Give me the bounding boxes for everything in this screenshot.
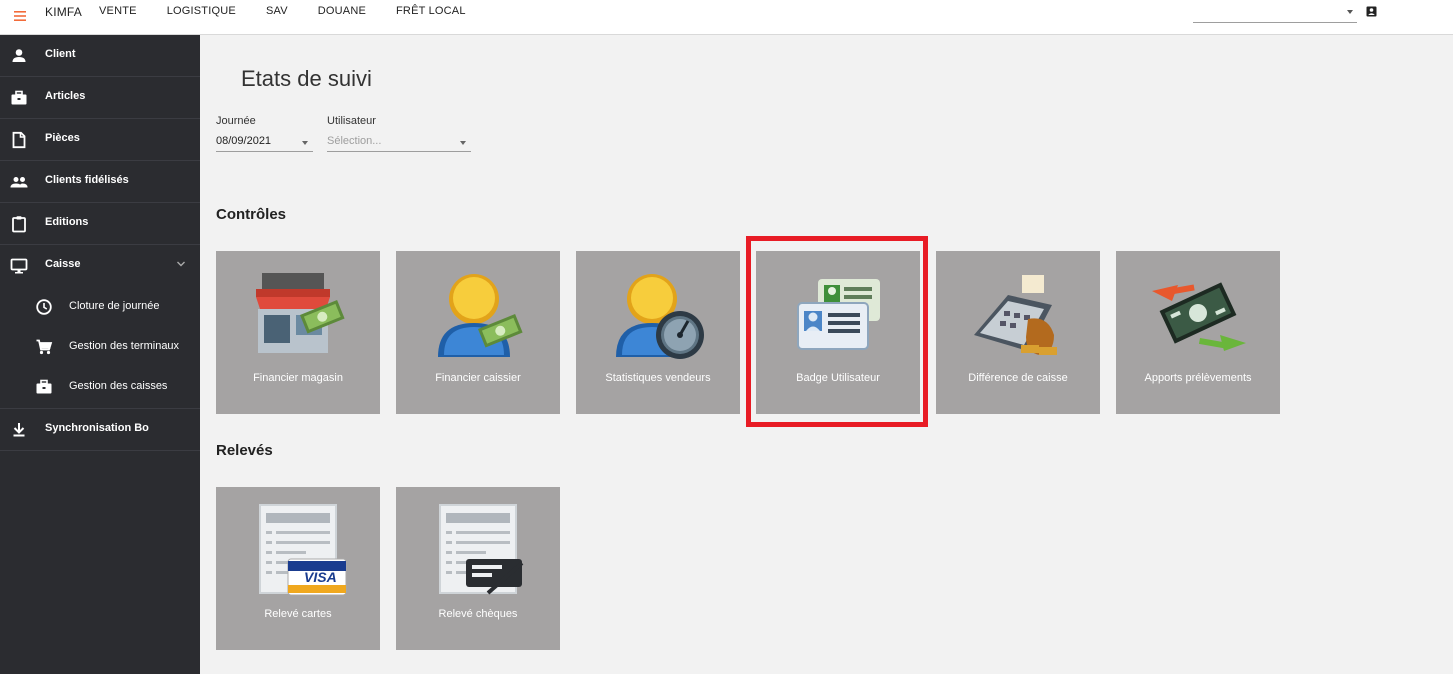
store-money-icon — [256, 273, 345, 353]
journee-label: Journée — [216, 115, 256, 127]
section-title-releves: Relevés — [216, 442, 273, 459]
tile-label: Statistiques vendeurs — [605, 372, 711, 384]
sidebar-subitem-gestion-des-caisses[interactable]: Gestion des caisses — [0, 367, 200, 409]
nav-vente[interactable]: VENTE — [99, 5, 137, 17]
sidebar-item-articles[interactable]: Articles — [0, 77, 200, 119]
tile-label: Différence de caisse — [968, 372, 1068, 384]
tile-label: Financier magasin — [253, 372, 343, 384]
page-title: Etats de suivi — [241, 66, 372, 91]
main-nav: VENTE LOGISTIQUE SAV DOUANE FRÊT LOCAL — [99, 5, 496, 17]
download-icon — [13, 423, 25, 437]
sidebar-item-label: Synchronisation Bo — [45, 422, 149, 434]
app-brand[interactable]: KIMFA — [45, 5, 82, 19]
sidebar-subitem-label: Gestion des caisses — [69, 380, 168, 392]
sidebar-subitem-cloture-de-journee[interactable]: Cloture de journée — [0, 287, 200, 327]
tile-difference-de-caisse[interactable]: Différence de caisse — [936, 251, 1100, 414]
document-icon — [12, 131, 26, 149]
cheque-statement-icon — [439, 504, 524, 595]
utilisateur-label: Utilisateur — [327, 115, 376, 127]
chevron-down-icon — [1347, 10, 1353, 14]
tile-financier-magasin[interactable]: Financier magasin — [216, 251, 380, 414]
clock-icon — [36, 299, 52, 315]
sidebar-subitem-label: Cloture de journée — [69, 300, 160, 312]
journee-select[interactable]: 08/09/2021 — [216, 132, 313, 152]
tile-statistiques-vendeurs[interactable]: Statistiques vendeurs — [576, 251, 740, 414]
chevron-down-icon[interactable] — [176, 259, 186, 269]
nav-douane[interactable]: DOUANE — [318, 5, 366, 17]
sidebar-item-label: Caisse — [45, 258, 81, 270]
nav-sav[interactable]: SAV — [266, 5, 288, 17]
sidebar-item-clients-fidelises[interactable]: Clients fidélisés — [0, 161, 200, 203]
tile-badge-utilisateur[interactable]: Badge Utilisateur — [756, 251, 920, 414]
people-icon — [10, 177, 28, 188]
cash-register-icon — [974, 275, 1057, 355]
top-select-dropdown[interactable] — [1193, 4, 1357, 23]
cart-icon — [36, 339, 53, 355]
sidebar-item-label: Clients fidélisés — [45, 174, 129, 186]
tile-label: Badge Utilisateur — [796, 372, 880, 384]
sidebar-item-label: Pièces — [45, 132, 80, 144]
sidebar-item-label: Articles — [45, 90, 86, 102]
person-icon — [12, 49, 26, 62]
chevron-down-icon — [460, 141, 466, 145]
utilisateur-select[interactable]: Sélection... — [327, 132, 471, 152]
tile-label: Relevé cartes — [264, 608, 332, 620]
tile-releve-cheques[interactable]: Relevé chèques — [396, 487, 560, 650]
section-title-controles: Contrôles — [216, 206, 287, 223]
journee-value: 08/09/2021 — [216, 135, 272, 147]
sidebar-item-label: Client — [45, 48, 76, 60]
sidebar-subitem-gestion-des-terminaux[interactable]: Gestion des terminaux — [0, 327, 200, 367]
hamburger-menu-icon[interactable] — [10, 6, 30, 26]
cashier-money-icon — [438, 274, 523, 357]
sidebar-item-client[interactable]: Client — [0, 35, 200, 77]
tile-label: Apports prélèvements — [1144, 372, 1252, 384]
top-bar: KIMFA VENTE LOGISTIQUE SAV DOUANE FRÊT L… — [0, 0, 1453, 35]
visa-card-text: VISA — [304, 569, 337, 585]
tile-financier-caissier[interactable]: Financier caissier — [396, 251, 560, 414]
clipboard-icon — [12, 216, 26, 233]
id-badge-icon — [797, 279, 880, 350]
tile-releve-cartes[interactable]: VISA Relevé cartes — [216, 487, 380, 650]
sidebar-item-editions[interactable]: Editions — [0, 203, 200, 245]
briefcase-icon — [11, 90, 27, 105]
sidebar-item-synchronisation-bo[interactable]: Synchronisation Bo — [0, 409, 200, 451]
tile-label: Relevé chèques — [438, 608, 518, 620]
account-box-icon[interactable] — [1366, 6, 1377, 17]
sidebar-item-caisse[interactable]: Caisse — [0, 245, 200, 287]
nav-logistique[interactable]: LOGISTIQUE — [167, 5, 236, 17]
sidebar-subitem-label: Gestion des terminaux — [69, 340, 180, 352]
nav-fret-local[interactable]: FRÊT LOCAL — [396, 5, 466, 17]
tile-apports-prelevements[interactable]: Apports prélèvements — [1116, 251, 1280, 414]
money-exchange-icon — [1152, 282, 1246, 351]
sidebar-item-pieces[interactable]: Pièces — [0, 119, 200, 161]
utilisateur-placeholder: Sélection... — [327, 135, 382, 147]
briefcase-icon — [36, 379, 52, 394]
chevron-down-icon — [302, 141, 308, 145]
tile-label: Financier caissier — [435, 372, 521, 384]
seller-gauge-icon — [616, 274, 704, 359]
monitor-icon — [10, 258, 28, 274]
sidebar-item-label: Editions — [45, 216, 89, 228]
sidebar: Client Articles Pièces Clients fidélisés… — [0, 35, 200, 674]
